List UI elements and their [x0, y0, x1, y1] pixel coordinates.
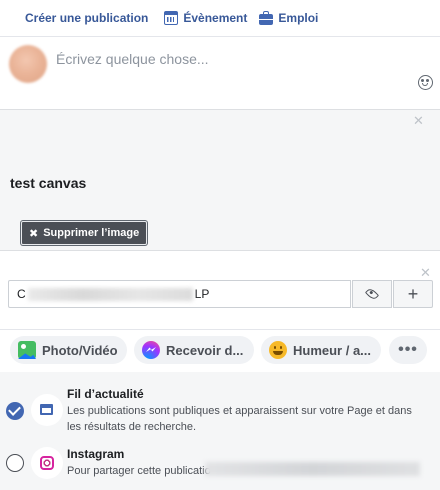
- news-feed-title: Fil d’actualité: [67, 387, 144, 401]
- photo-icon: [18, 341, 36, 359]
- remove-image-button[interactable]: ✖ Supprimer l’image: [21, 221, 148, 245]
- photo-video-label: Photo/Vidéo: [42, 342, 118, 358]
- post-text-input[interactable]: [56, 51, 396, 67]
- cta-value-end: LP: [194, 287, 210, 301]
- receive-messages-label: Recevoir d...: [166, 342, 244, 358]
- news-feed-icon: [31, 394, 63, 426]
- add-button[interactable]: +: [393, 280, 433, 308]
- instagram-radio[interactable]: [6, 454, 24, 472]
- photo-video-button[interactable]: Photo/Vidéo: [10, 336, 127, 364]
- instagram-icon: [31, 447, 63, 479]
- feeling-activity-label: Humeur / a...: [293, 342, 372, 358]
- emoji-icon[interactable]: [418, 75, 433, 90]
- more-options-button[interactable]: •••: [389, 336, 427, 364]
- tab-event-label: Évènement: [183, 11, 248, 25]
- tab-create-post[interactable]: Créer une publication: [0, 0, 158, 36]
- feeling-activity-button[interactable]: Humeur / a...: [261, 336, 381, 364]
- tab-event[interactable]: Évènement: [158, 0, 253, 36]
- cta-url-field[interactable]: C LP: [8, 280, 351, 308]
- post-type-tabs: Créer une publication Évènement Emploi: [0, 0, 440, 37]
- preview-button[interactable]: [352, 280, 392, 308]
- avatar: [9, 45, 47, 83]
- cta-section: ✕ C LP +: [0, 257, 440, 327]
- calendar-icon: [164, 11, 179, 25]
- tab-job-label: Emploi: [278, 11, 319, 25]
- cta-value-start: C: [17, 287, 26, 301]
- redacted-text: [205, 462, 420, 476]
- news-feed-checkbox[interactable]: [6, 402, 24, 420]
- preview-title: test canvas: [10, 175, 87, 191]
- link-preview: ✕ test canvas ✖ Supprimer l’image: [0, 109, 440, 251]
- placement-news-feed[interactable]: Fil d’actualité Les publications sont pu…: [0, 384, 440, 444]
- briefcase-icon: [259, 10, 274, 25]
- redacted-text: [27, 287, 193, 301]
- news-feed-description: Les publications sont publiques et appar…: [67, 405, 412, 433]
- smiley-icon: [269, 341, 287, 359]
- close-cta-icon[interactable]: ✕: [420, 265, 431, 281]
- tab-create-post-label: Créer une publication: [25, 11, 149, 25]
- instagram-title: Instagram: [67, 447, 125, 461]
- eye-icon: [364, 286, 380, 302]
- post-composer: [0, 37, 440, 109]
- more-icon: •••: [398, 341, 418, 358]
- remove-image-label: Supprimer l’image: [43, 227, 140, 239]
- close-preview-icon[interactable]: ✕: [413, 113, 424, 129]
- placement-list: Fil d’actualité Les publications sont pu…: [0, 372, 440, 490]
- receive-messages-button[interactable]: Recevoir d...: [134, 336, 254, 364]
- messenger-icon: [142, 341, 160, 359]
- post-actions: Photo/Vidéo Recevoir d... Humeur / a... …: [0, 329, 440, 372]
- close-icon: ✖: [29, 227, 39, 240]
- plus-icon: +: [407, 283, 419, 304]
- tab-job[interactable]: Emploi: [253, 0, 324, 36]
